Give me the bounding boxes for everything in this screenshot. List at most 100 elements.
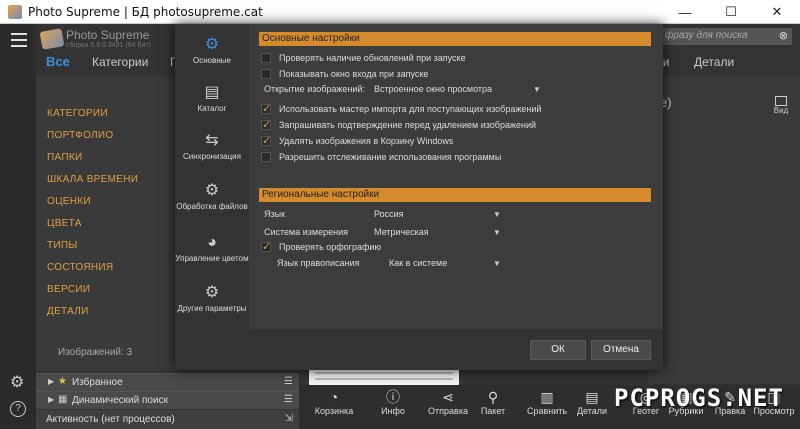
- regional-settings-header: Региональные настройки: [259, 188, 651, 202]
- activity-label: Активность (нет процессов): [46, 414, 175, 425]
- toolbar-basket-label: Корзинка: [314, 406, 354, 416]
- import-wizard-label: Использовать мастер импорта для поступаю…: [279, 104, 542, 114]
- left-icon-strip: ⚙ ?: [0, 24, 36, 429]
- expand-arrow-icon[interactable]: ▶: [48, 395, 54, 404]
- watermark: PCPROGS.NET: [614, 384, 784, 412]
- gear-icon[interactable]: ⚙: [10, 372, 24, 392]
- language-select[interactable]: Россия: [374, 209, 404, 219]
- minimize-button[interactable]: —: [662, 0, 708, 24]
- spellcheck-label: Проверять орфографию: [279, 242, 382, 252]
- search-placeholder: фразу для поиска: [665, 30, 748, 41]
- hamburger-menu-icon[interactable]: [11, 33, 27, 51]
- import-wizard-checkbox[interactable]: [261, 102, 271, 115]
- dynamic-search-label: Динамический поиск: [72, 395, 168, 406]
- left-panel: КАТЕГОРИИ ПОРТФОЛИО ПАПКИ ШКАЛА ВРЕМЕНИ …: [36, 76, 178, 370]
- category-other[interactable]: ⚙ Другие параметры: [175, 282, 249, 314]
- search-input[interactable]: фразу для поиска ⊗: [660, 28, 792, 45]
- toolbar-batch[interactable]: ⚲ Пакет: [471, 388, 515, 416]
- confirm-delete-checkbox[interactable]: [261, 118, 271, 131]
- toolbar-compare[interactable]: ▥ Сравнить: [525, 388, 569, 416]
- activity-icon[interactable]: ⇲: [285, 413, 293, 424]
- spell-language-select[interactable]: Как в системе: [389, 258, 447, 268]
- category-color-management-label: Управление цветом: [175, 254, 249, 263]
- category-other-label: Другие параметры: [177, 304, 247, 313]
- close-button[interactable]: ✕: [754, 0, 800, 24]
- maximize-button[interactable]: ☐: [708, 0, 754, 24]
- palette-icon: ◕: [207, 234, 217, 251]
- recycle-bin-checkbox[interactable]: [261, 134, 271, 147]
- help-icon[interactable]: ?: [10, 401, 26, 417]
- app-build: сборка 5.6.0.3431 (64 бит): [66, 42, 151, 49]
- left-item-timeline[interactable]: ШКАЛА ВРЕМЕНИ: [47, 174, 138, 185]
- toolbar-share-label: Отправка: [428, 406, 468, 416]
- toolbar-basket[interactable]: ◔ Корзинка: [312, 388, 356, 416]
- left-item-details[interactable]: ДЕТАЛИ: [47, 306, 89, 317]
- open-images-select[interactable]: Встроенное окно просмотра: [374, 84, 492, 94]
- compare-icon: ▥: [540, 389, 554, 405]
- logo: [39, 28, 65, 50]
- show-login-label: Показывать окно входа при запуске: [279, 69, 429, 79]
- left-item-versions[interactable]: ВЕРСИИ: [47, 284, 90, 295]
- recycle-bin-label: Удалять изображения в Корзину Windows: [279, 136, 454, 146]
- units-dropdown-icon[interactable]: ▼: [493, 228, 501, 237]
- toolbar-info[interactable]: ⓘ Инфо: [371, 388, 415, 416]
- left-item-folders[interactable]: ПАПКИ: [47, 152, 82, 163]
- favorites-section[interactable]: ▶ ★ Избранное ☰: [36, 373, 299, 391]
- language-label: Язык: [264, 209, 286, 219]
- left-item-states[interactable]: СОСТОЯНИЯ: [47, 262, 113, 273]
- category-catalog[interactable]: ▤ Каталог: [175, 82, 249, 114]
- toolbar-info-label: Инфо: [381, 406, 405, 416]
- window-title: Photo Supreme | БД photosupreme.cat: [28, 4, 263, 19]
- spell-language-dropdown-icon[interactable]: ▼: [493, 259, 501, 268]
- gear-icon: ⚙: [204, 36, 220, 53]
- section-menu-icon[interactable]: ☰: [284, 394, 293, 405]
- basket-icon: ◔: [329, 389, 339, 405]
- clear-search-icon[interactable]: ⊗: [779, 29, 788, 42]
- section-menu-icon[interactable]: ☰: [284, 376, 293, 387]
- spell-language-label: Язык правописания: [277, 258, 360, 268]
- toolbar-share[interactable]: ⋖ Отправка: [426, 388, 470, 416]
- cancel-button[interactable]: Отмена: [591, 340, 651, 360]
- ok-button[interactable]: ОК: [530, 340, 586, 360]
- left-item-portfolio[interactable]: ПОРТФОЛИО: [47, 130, 113, 141]
- settings-categories: ⚙ Основные ▤ Каталог ⇆ Синхронизация ⚙ Обраб…: [175, 24, 249, 370]
- left-item-types[interactable]: ТИПЫ: [47, 240, 78, 251]
- view-button[interactable]: Вид: [768, 96, 794, 115]
- toolbar-details-label: Детали: [576, 406, 608, 416]
- left-item-categories[interactable]: КАТЕГОРИИ: [47, 108, 108, 119]
- window-controls: — ☐ ✕: [662, 0, 800, 24]
- category-file-processing[interactable]: ⚙ Обработка файлов: [175, 180, 249, 212]
- dynamic-search-section[interactable]: ▶ ▦ Динамический поиск ☰: [36, 391, 299, 409]
- spellcheck-checkbox[interactable]: [261, 240, 271, 253]
- app-icon: [8, 4, 22, 19]
- open-images-dropdown-icon[interactable]: ▼: [533, 85, 541, 94]
- app-name: Photo Supreme: [66, 28, 150, 42]
- category-color-management[interactable]: ◕ Управление цветом: [175, 232, 249, 264]
- general-settings-header: Основные настройки: [259, 32, 651, 46]
- toolbar-details[interactable]: ▤ Детали: [570, 388, 614, 416]
- category-sync[interactable]: ⇆ Синхронизация: [175, 130, 249, 162]
- toolbar-compare-label: Сравнить: [526, 406, 568, 416]
- tab-categories[interactable]: Категории: [92, 55, 148, 69]
- show-login-checkbox[interactable]: [261, 69, 271, 79]
- expand-arrow-icon[interactable]: ▶: [48, 377, 54, 386]
- language-dropdown-icon[interactable]: ▼: [493, 210, 501, 219]
- settings-dialog: ⚙ Основные ▤ Каталог ⇆ Синхронизация ⚙ Обраб…: [175, 24, 663, 370]
- usage-tracking-checkbox[interactable]: [261, 152, 271, 162]
- view-icon: [775, 96, 787, 106]
- category-general[interactable]: ⚙ Основные: [175, 34, 249, 66]
- units-label: Система измерения: [264, 227, 348, 237]
- open-images-label: Открытие изображений:: [264, 84, 365, 94]
- image-count: Изображений: 3: [58, 347, 133, 358]
- units-select[interactable]: Метрическая: [374, 227, 429, 237]
- tab-details[interactable]: Детали: [694, 55, 734, 69]
- tab-all[interactable]: Все: [46, 54, 70, 69]
- left-item-colors[interactable]: ЦВЕТА: [47, 218, 82, 229]
- category-sync-label: Синхронизация: [183, 152, 241, 161]
- category-file-processing-label: Обработка файлов: [176, 202, 248, 211]
- favorites-label: Избранное: [72, 377, 123, 388]
- sync-icon: ⇆: [205, 132, 219, 149]
- check-updates-checkbox[interactable]: [261, 53, 271, 63]
- info-icon: ⓘ: [386, 389, 400, 405]
- left-item-ratings[interactable]: ОЦЕНКИ: [47, 196, 91, 207]
